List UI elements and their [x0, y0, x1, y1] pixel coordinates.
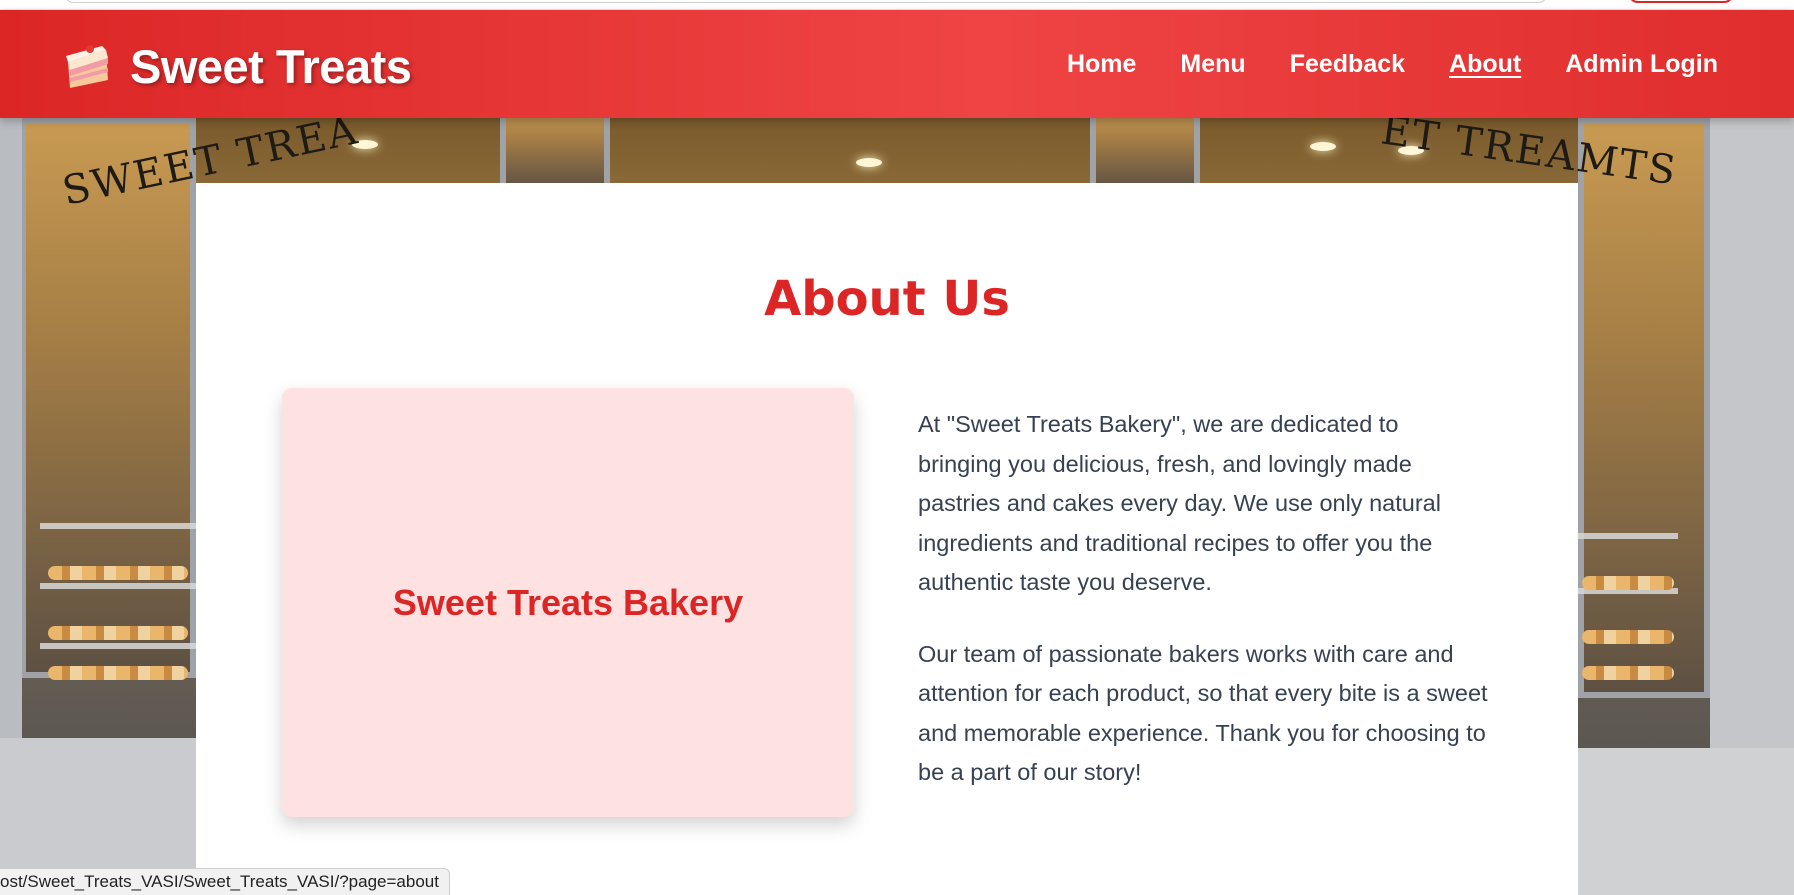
- nav-feedback[interactable]: Feedback: [1290, 50, 1405, 79]
- main-navigation: Home Menu Feedback About Admin Login: [1067, 50, 1718, 79]
- about-description: At "Sweet Treats Bakery", we are dedicat…: [918, 405, 1488, 793]
- about-paragraph-2: Our team of passionate bakers works with…: [918, 640, 1488, 786]
- address-bar-edge[interactable]: [64, 0, 1548, 3]
- browser-top-strip: [0, 0, 1794, 10]
- nav-menu[interactable]: Menu: [1180, 50, 1245, 79]
- browser-button-edge[interactable]: [1628, 0, 1734, 3]
- site-header: Sweet Treats Home Menu Feedback About Ad…: [0, 10, 1794, 118]
- bakery-image-placeholder: Sweet Treats Bakery: [282, 388, 854, 817]
- about-card: About Us Sweet Treats Bakery At "Sweet T…: [196, 183, 1578, 895]
- nav-home[interactable]: Home: [1067, 50, 1136, 79]
- brand-name: Sweet Treats: [130, 39, 412, 93]
- nav-admin-login[interactable]: Admin Login: [1565, 50, 1718, 79]
- nav-about[interactable]: About: [1449, 50, 1521, 79]
- page-title: About Us: [764, 271, 1010, 327]
- brand-logo[interactable]: Sweet Treats: [62, 38, 412, 94]
- image-placeholder-label: Sweet Treats Bakery: [392, 581, 744, 623]
- right-window: [1578, 118, 1710, 698]
- cake-slice-icon: [66, 45, 108, 88]
- about-paragraph-1: At "Sweet Treats Bakery", we are dedicat…: [918, 411, 1441, 595]
- link-status-bar: ost/Sweet_Treats_VASI/Sweet_Treats_VASI/…: [0, 868, 450, 895]
